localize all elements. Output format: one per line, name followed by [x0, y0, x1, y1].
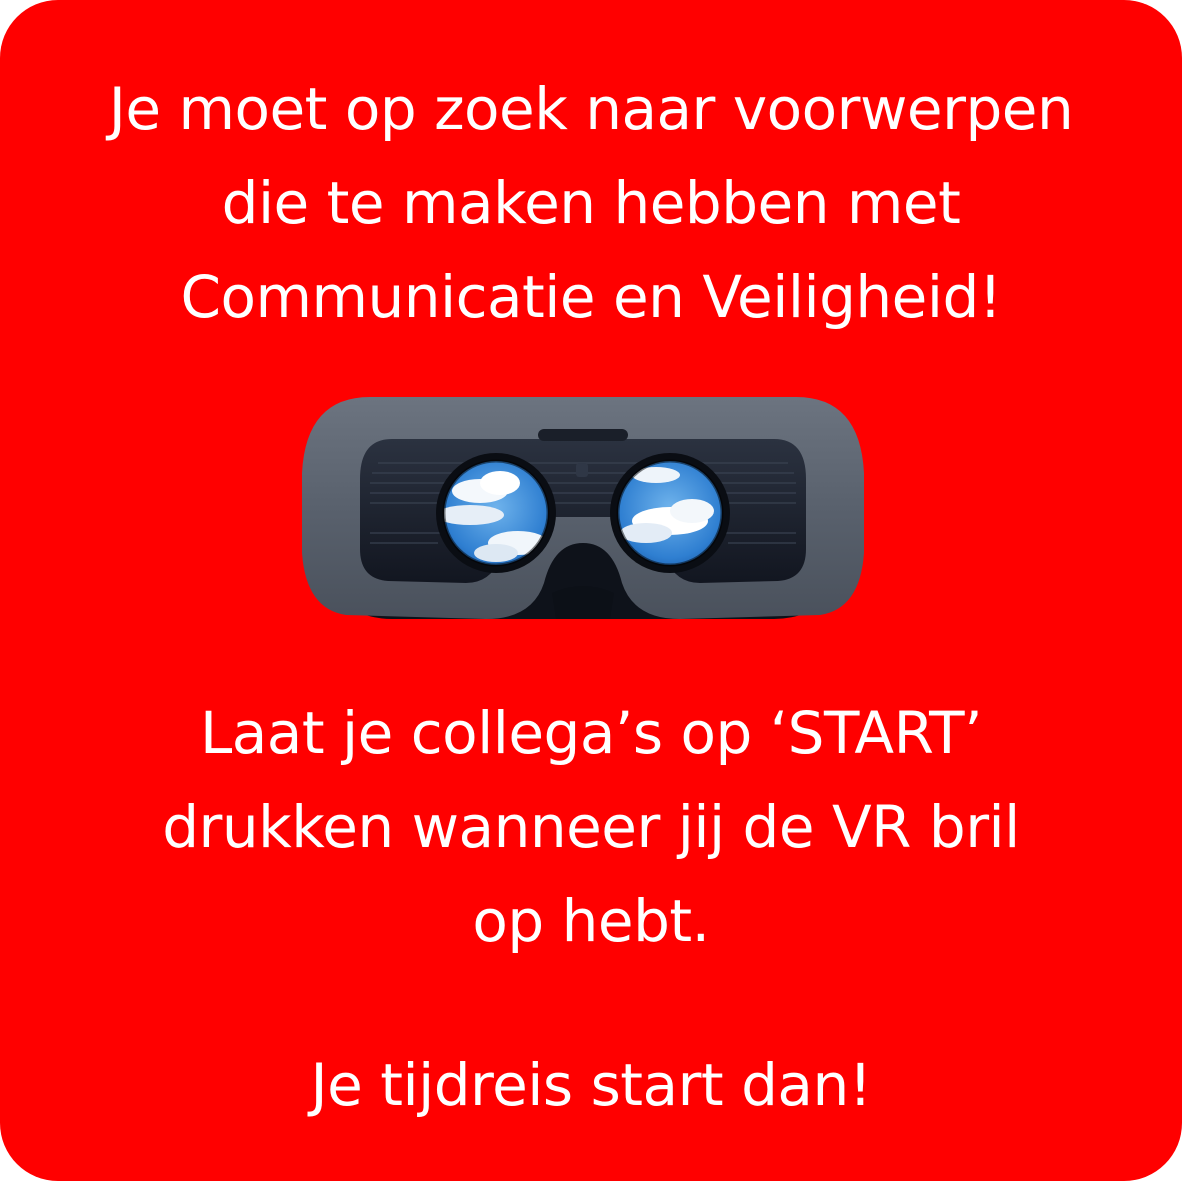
instruction-line: op hebt. [472, 887, 710, 955]
closing-line: Je tijdreis start dan! [310, 1051, 872, 1119]
intro-line: Communicatie en Veiligheid! [180, 263, 1002, 331]
vr-headset-icon [302, 397, 864, 619]
instruction-line: drukken wanneer jij de VR bril [162, 793, 1020, 861]
closing-text: Je tijdreis start dan! [0, 1038, 1182, 1132]
instruction-line: Laat je collega’s op ‘START’ [199, 699, 983, 767]
intro-line: Je moet op zoek naar voorwerpen [108, 75, 1074, 143]
instruction-card: Je moet op zoek naar voorwerpen die te m… [0, 0, 1182, 1181]
intro-line: die te maken hebben met [221, 169, 961, 237]
instruction-text: Laat je collega’s op ‘START’ drukken wan… [0, 686, 1182, 968]
intro-text: Je moet op zoek naar voorwerpen die te m… [0, 62, 1182, 344]
